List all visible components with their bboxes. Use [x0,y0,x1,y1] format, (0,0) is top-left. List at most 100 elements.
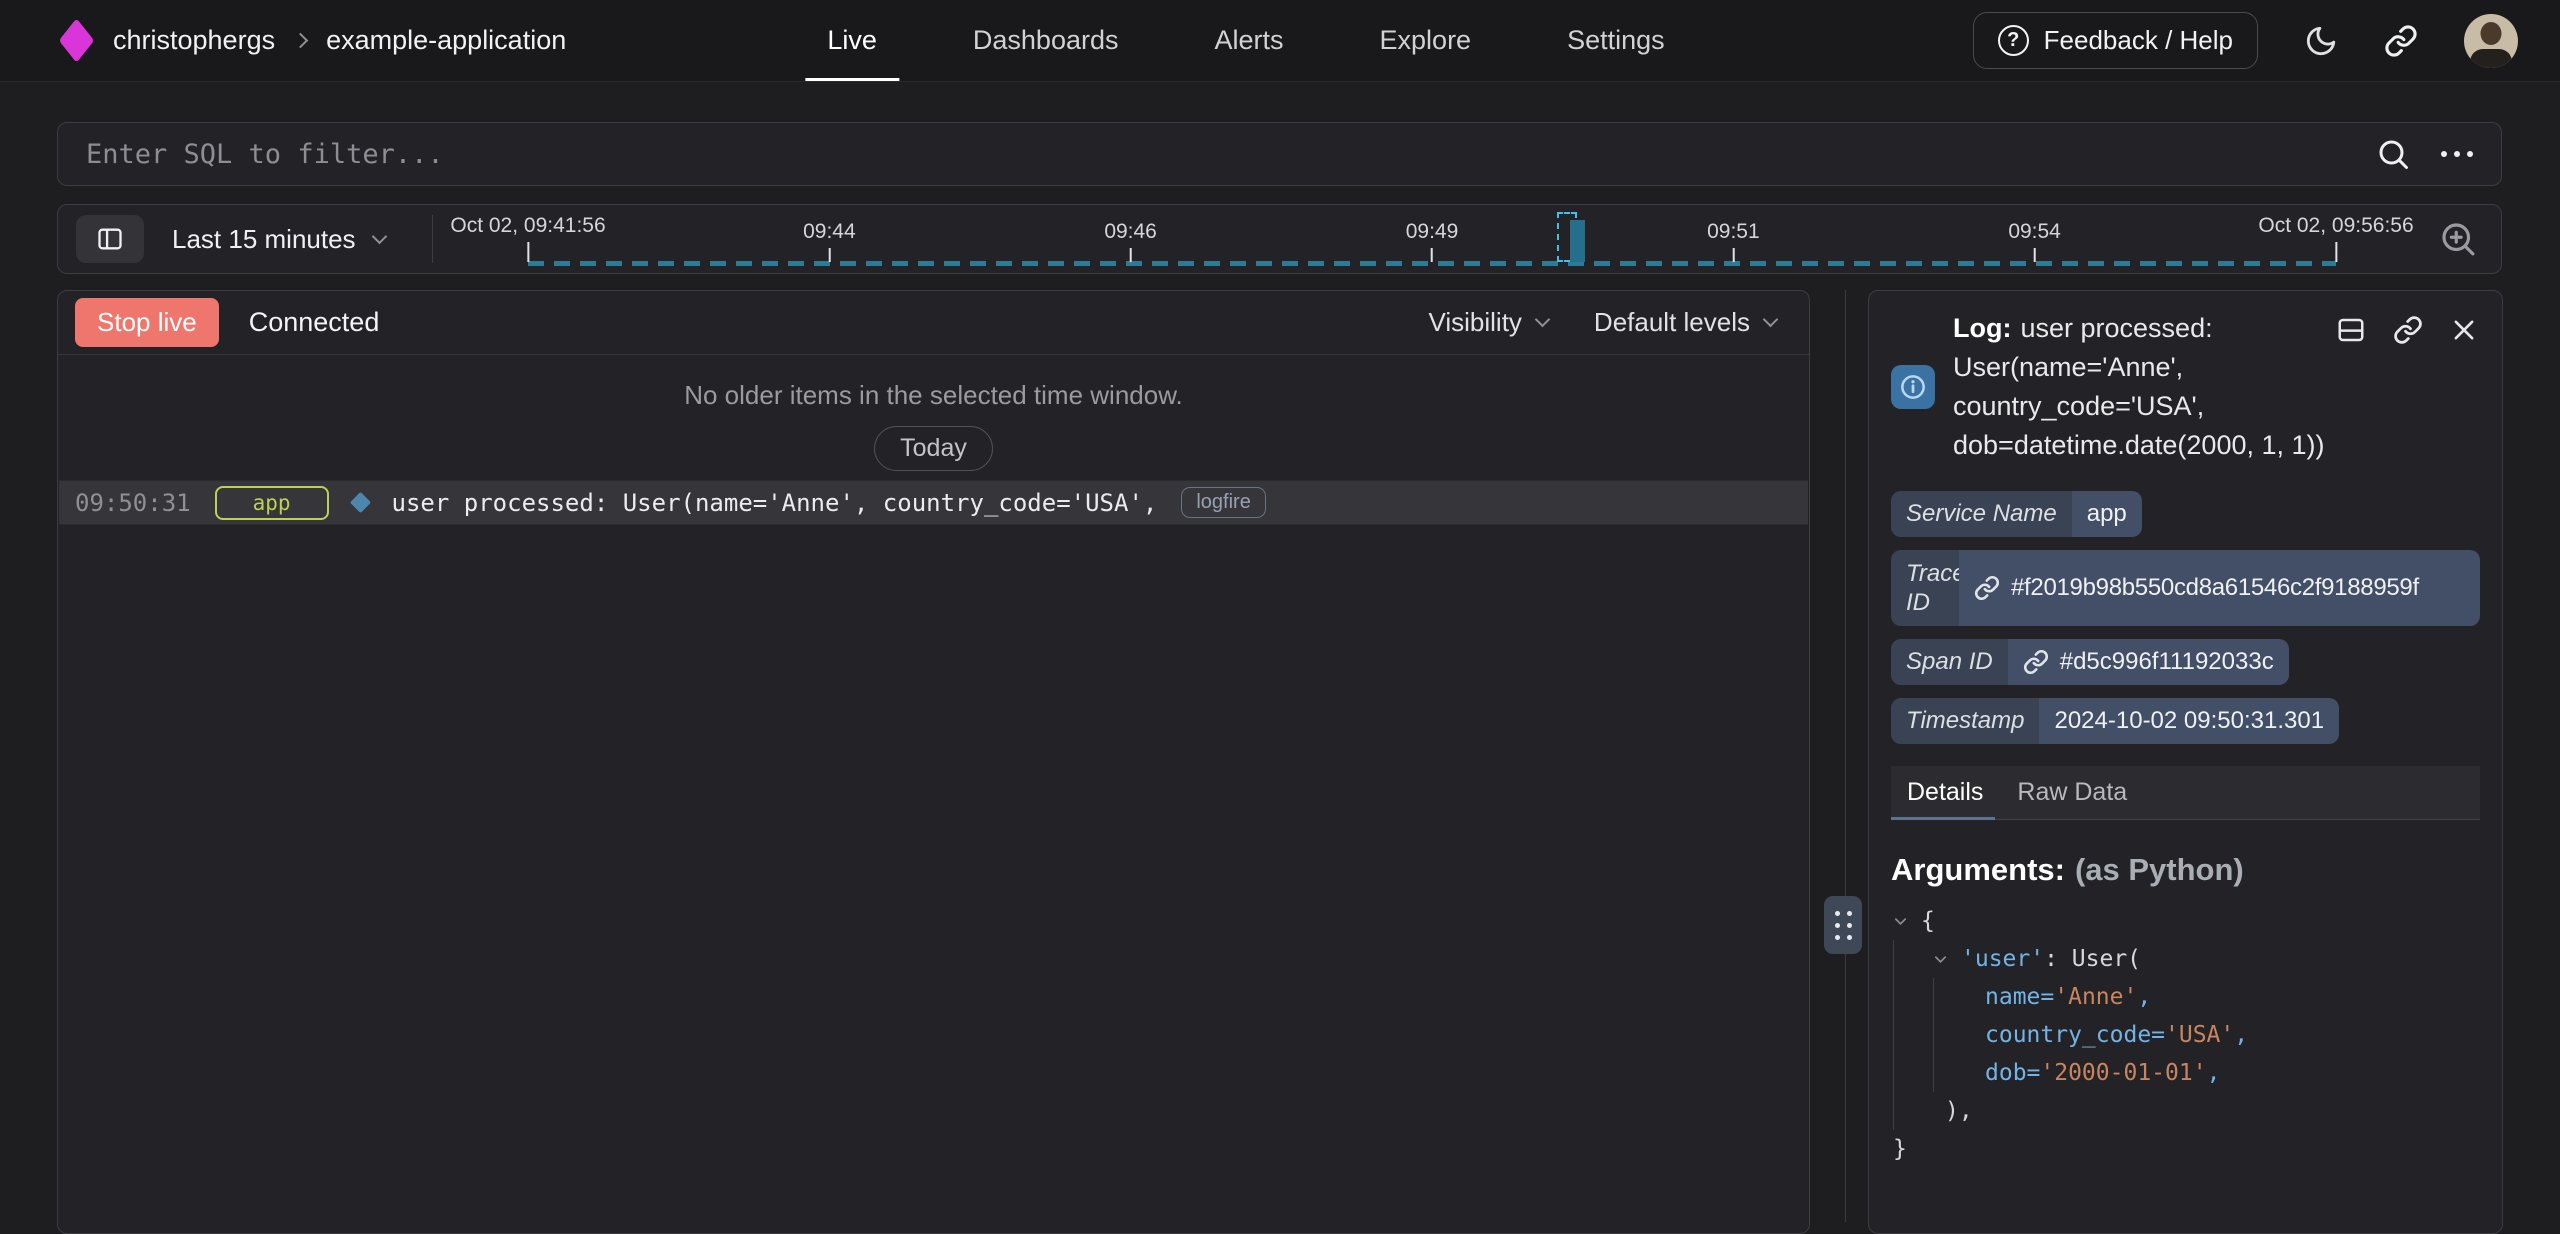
arguments-heading: Arguments:(as Python) [1891,852,2480,888]
nav-actions: ? Feedback / Help [1973,0,2518,81]
timeline-tick-label: 09:46 [1104,220,1157,244]
code-token: : User( [2044,940,2141,978]
link-icon [1974,575,2000,601]
badge-value: app [2072,491,2142,537]
sql-filter-bar [57,122,2502,186]
expand-chevron-icon[interactable] [1933,940,1961,978]
tab-dashboards[interactable]: Dashboards [925,0,1167,81]
time-range-label: Last 15 minutes [172,224,356,255]
breadcrumb-org[interactable]: christophergs [113,25,275,56]
tab-live[interactable]: Live [779,0,925,81]
share-link-icon[interactable] [2384,24,2418,58]
sql-filter-input[interactable] [86,139,2345,170]
default-levels-dropdown[interactable]: Default levels [1594,307,1776,338]
dock-panel-icon[interactable] [2336,315,2366,345]
feedback-help-button[interactable]: ? Feedback / Help [1973,12,2258,69]
chevron-down-icon [1535,312,1551,328]
span-id-badge[interactable]: Span ID #d5c996f11192033c [1891,639,2289,685]
today-button[interactable]: Today [874,426,993,471]
time-range-dropdown[interactable]: Last 15 minutes [172,224,385,255]
service-name-badge: Service Name app [1891,491,2142,537]
visibility-dropdown[interactable]: Visibility [1428,307,1547,338]
code-token: , [2207,1054,2221,1092]
timeline-bar [1570,220,1585,262]
search-icon[interactable] [2375,136,2411,172]
tab-explore[interactable]: Explore [1332,0,1520,81]
code-token: dob= [1985,1054,2040,1092]
breadcrumb: christophergs example-application [0,25,566,56]
code-token: , [2137,978,2151,1016]
code-token: { [1921,902,1935,940]
breadcrumb-project[interactable]: example-application [326,25,566,56]
trace-id-value: #f2019b98b550cd8a61546c2f9188959f [2011,574,2419,602]
timeline-tick: 09:46 [1104,220,1157,262]
timestamp-badge: Timestamp 2024-10-02 09:50:31.301 [1891,698,2339,744]
close-icon[interactable] [2450,315,2478,345]
detail-title-prefix: Log: [1953,313,2011,343]
code-line: country_code='USA', [1891,1016,2480,1054]
nav-tabs: Live Dashboards Alerts Explore Settings [779,0,1712,81]
indent-guide [1893,940,1933,978]
sidebar-toggle-button[interactable] [76,215,144,263]
indent-guide [1893,1092,1933,1130]
code-token: 'USA' [2165,1016,2234,1054]
timeline-tick: Oct 02, 09:41:56 [450,214,605,262]
chevron-down-icon [1763,312,1779,328]
timeline-tick-label: 09:51 [1707,220,1760,244]
timeline-tick-label: Oct 02, 09:56:56 [2258,214,2413,238]
timestamp-value: 2024-10-02 09:50:31.301 [2039,698,2339,744]
tab-details[interactable]: Details [1907,766,1983,819]
user-avatar[interactable] [2464,14,2518,68]
live-view-header: Stop live Connected Visibility Default l… [58,291,1809,355]
code-token: ), [1945,1092,1973,1130]
logfire-logo-icon[interactable] [59,18,94,62]
timeline-track[interactable]: Oct 02, 09:41:5609:4409:4609:4909:5109:5… [528,205,2336,273]
badge-label: Service Name [1891,491,2072,537]
live-view-panel: Stop live Connected Visibility Default l… [57,290,1810,1234]
badge-label: Span ID [1891,639,2008,685]
detail-title: Log:user processed: User(name='Anne', co… [1953,309,2345,465]
panel-resize-grip[interactable] [1824,896,1862,954]
tab-raw-data[interactable]: Raw Data [2017,766,2127,819]
code-line: } [1891,1130,2480,1168]
code-token: '2000-01-01' [2040,1054,2206,1092]
log-message: user processed: User(name='Anne', countr… [392,489,1158,517]
detail-header: Log:user processed: User(name='Anne', co… [1891,309,2480,465]
code-token: , [2234,1016,2248,1054]
detail-tabs: Details Raw Data [1891,766,2480,820]
panel-resize-rail[interactable] [1845,290,1846,1222]
chevron-right-icon [293,33,309,49]
timeline-histogram-spike[interactable] [1557,210,1591,262]
timeline-tick: 09:44 [803,220,856,262]
zoom-in-button[interactable] [2437,218,2479,260]
trace-id-badge[interactable]: Trace ID #f2019b98b550cd8a61546c2f918895… [1891,550,2480,626]
log-row[interactable]: 09:50:31 app user processed: User(name='… [59,480,1808,525]
stop-live-button[interactable]: Stop live [75,298,219,347]
indent-guide [1933,1054,1973,1092]
code-token: } [1893,1130,1907,1168]
panel-left-icon [95,225,125,253]
timeline-tick: 09:54 [2008,220,2061,262]
badge-label: Trace ID [1891,550,1959,626]
code-token: 'Anne' [2054,978,2137,1016]
arguments-title: Arguments: [1891,852,2065,887]
arguments-code-tree: {'user': User(name='Anne',country_code='… [1891,902,2480,1168]
code-line: name='Anne', [1891,978,2480,1016]
more-options-icon[interactable] [2441,151,2473,157]
tab-alerts[interactable]: Alerts [1166,0,1331,81]
code-token: 'user' [1961,940,2044,978]
chevron-down-icon [371,228,387,244]
code-line: dob='2000-01-01', [1891,1054,2480,1092]
empty-window-message: No older items in the selected time wind… [58,380,1809,411]
code-line: 'user': User( [1891,940,2480,978]
logfire-tag[interactable]: logfire [1181,487,1265,518]
badge-label: Timestamp [1891,698,2039,744]
log-timestamp: 09:50:31 [75,489,191,517]
copy-link-icon[interactable] [2393,315,2423,345]
tab-settings[interactable]: Settings [1519,0,1713,81]
dark-mode-moon-icon[interactable] [2304,24,2338,58]
span-id-value: #d5c996f11192033c [2060,648,2274,676]
service-badge[interactable]: app [215,486,329,520]
expand-chevron-icon[interactable] [1893,902,1921,940]
code-token: country_code= [1985,1016,2165,1054]
